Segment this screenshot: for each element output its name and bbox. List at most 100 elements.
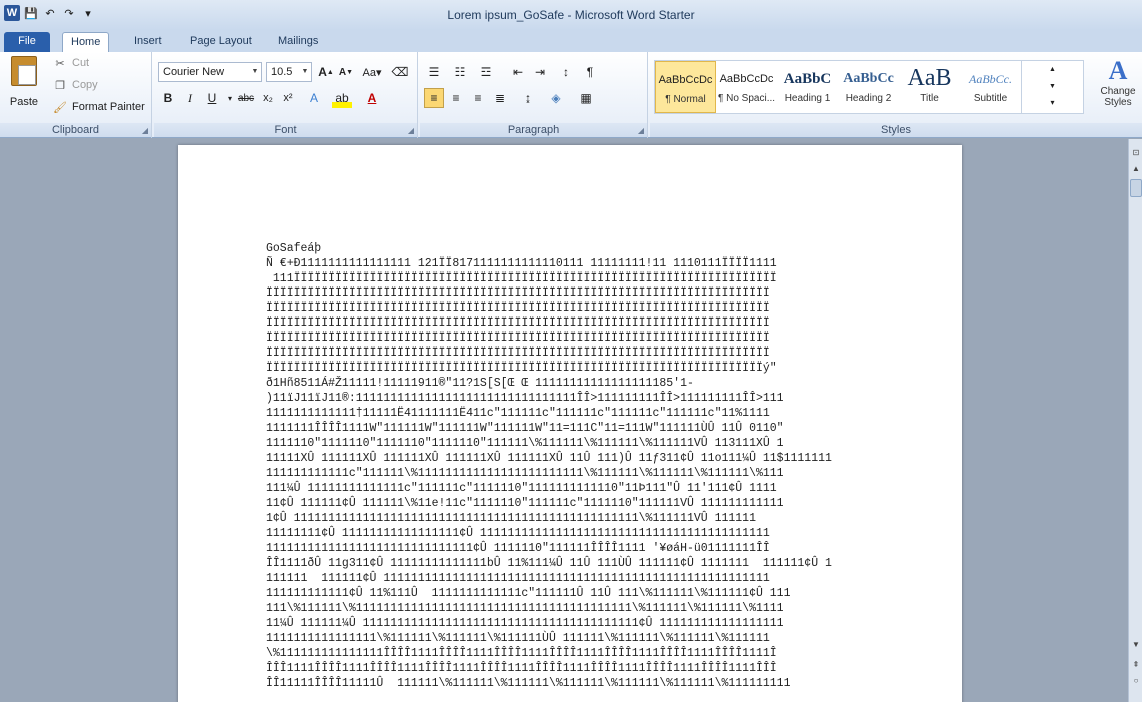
copy-label: Copy xyxy=(72,79,98,91)
style-heading-2[interactable]: AaBbCc Heading 2 xyxy=(838,61,899,113)
document-line: 111111111111¢Û 11%111Û 1111111111111c"11… xyxy=(266,587,791,600)
pilcrow-icon[interactable]: ¶ xyxy=(580,62,600,82)
strikethrough-button[interactable]: abc xyxy=(236,88,256,108)
gallery-more-icon[interactable]: ▾ xyxy=(1022,95,1083,111)
style-no-spacing[interactable]: AaBbCcDc ¶ No Spaci... xyxy=(716,61,777,113)
tab-page-layout[interactable]: Page Layout xyxy=(182,32,260,52)
paste-button[interactable]: Paste xyxy=(4,56,44,118)
font-size-combo[interactable]: 10.5 ▼ xyxy=(266,62,312,82)
styles-group: AaBbCcDc ¶ Normal AaBbCcDc ¶ No Spaci...… xyxy=(650,52,1142,138)
scrollbar-thumb[interactable] xyxy=(1130,179,1142,197)
style-subtitle[interactable]: AaBbCc. Subtitle xyxy=(960,61,1021,113)
multilevel-list-icon[interactable]: ☲ xyxy=(476,62,496,82)
font-color-icon[interactable]: A xyxy=(362,88,382,108)
vertical-scrollbar[interactable]: ⊡ ▲ ▼ ⇞ ○ xyxy=(1128,139,1142,702)
chevron-down-icon: ▼ xyxy=(301,68,309,75)
document-line: ÏÏÏÏÏÏÏÏÏÏÏÏÏÏÏÏÏÏÏÏÏÏÏÏÏÏÏÏÏÏÏÏÏÏÏÏÏÏÏÏ… xyxy=(266,317,770,330)
style-preview: AaBbCc xyxy=(843,71,894,86)
change-case-button[interactable]: Aa▾ xyxy=(362,62,382,82)
paragraph-launcher-icon[interactable]: ◢ xyxy=(638,126,644,135)
ruler-toggle-icon[interactable]: ⊡ xyxy=(1130,147,1142,159)
document-line: 111111 111111¢Û 111111111111111111111111… xyxy=(266,572,770,585)
style-name: ¶ Normal xyxy=(665,94,706,105)
gallery-down-icon[interactable]: ▼ xyxy=(1022,78,1083,95)
underline-button[interactable]: U xyxy=(202,88,222,108)
clear-formatting-icon[interactable]: ⌫ xyxy=(390,62,410,82)
cut-label: Cut xyxy=(72,57,90,69)
decrease-indent-icon[interactable]: ⇤ xyxy=(508,62,528,82)
font-size-value: 10.5 xyxy=(271,66,293,78)
text-effects-icon[interactable]: A xyxy=(304,88,324,108)
scroll-up-icon[interactable]: ▲ xyxy=(1130,163,1142,175)
document-line: ÎÎÎ1111ÎÎÎÎ1111ÎÎÎÎ1111ÎÎÎÎ1111ÎÎÎÎ1111Î… xyxy=(266,662,777,675)
bold-button[interactable]: B xyxy=(158,88,178,108)
align-right-icon[interactable]: ≡ xyxy=(468,88,488,108)
font-family-combo[interactable]: Courier New ▼ xyxy=(158,62,262,82)
align-center-icon[interactable]: ≡ xyxy=(446,88,466,108)
document-line: ÏÏÏÏÏÏÏÏÏÏÏÏÏÏÏÏÏÏÏÏÏÏÏÏÏÏÏÏÏÏÏÏÏÏÏÏÏÏÏÏ… xyxy=(266,302,770,315)
tab-mailings[interactable]: Mailings xyxy=(270,32,326,52)
window-title: Lorem ipsum_GoSafe - Microsoft Word Star… xyxy=(447,8,695,22)
font-launcher-icon[interactable]: ◢ xyxy=(408,126,414,135)
style-normal[interactable]: AaBbCcDc ¶ Normal xyxy=(655,61,716,113)
shrink-font-button[interactable]: A ▼ xyxy=(336,62,356,82)
document-line: 111111111111111111111111111111¢Û 1111110… xyxy=(266,542,770,555)
document-line: GoSafeáþ xyxy=(266,242,322,255)
grow-font-button[interactable]: A ▲ xyxy=(316,62,336,82)
document-line: 111\%111111\%111111111111111111111111111… xyxy=(266,602,784,615)
clipboard-group: Paste ✂ Cut ❐ Copy 🖌 Format Painter Clip… xyxy=(0,52,152,138)
styles-group-label: Styles xyxy=(650,123,1142,137)
bullets-icon[interactable]: ☰ xyxy=(424,62,444,82)
line-spacing-icon[interactable]: ↨ xyxy=(518,88,538,108)
numbering-icon[interactable]: ☷ xyxy=(450,62,470,82)
document-line: 111ÏÏÏÏÏÏÏÏÏÏÏÏÏÏÏÏÏÏÏÏÏÏÏÏÏÏÏÏÏÏÏÏÏÏÏÏÏ… xyxy=(266,272,777,285)
shading-icon[interactable]: ◈ xyxy=(546,88,566,108)
clipboard-launcher-icon[interactable]: ◢ xyxy=(142,126,148,135)
ribbon-tabs: File Home Insert Page Layout Mailings xyxy=(0,30,1142,52)
document-line: 1111110"1111110"1111110"1111110"111111\%… xyxy=(266,437,784,450)
document-area: GoSafeáþ Ñ €+Ð1111111111111111 121ÏÏ81711… xyxy=(0,139,1128,702)
increase-indent-icon[interactable]: ⇥ xyxy=(530,62,550,82)
tab-home[interactable]: Home xyxy=(62,32,110,52)
subscript-button[interactable]: x₂ xyxy=(258,88,278,108)
cut-button[interactable]: ✂ Cut xyxy=(52,54,89,72)
previous-page-icon[interactable]: ⇞ xyxy=(1130,659,1142,671)
scissors-icon: ✂ xyxy=(55,57,65,70)
superscript-button[interactable]: x² xyxy=(278,88,298,108)
tab-file[interactable]: File xyxy=(4,32,50,52)
chevron-down-icon: ▼ xyxy=(251,68,259,75)
borders-icon[interactable]: ▦ xyxy=(576,88,596,108)
document-line: Ñ €+Ð1111111111111111 121ÏÏ8171111111111… xyxy=(266,257,777,270)
font-group-label: Font xyxy=(154,123,417,137)
style-name: Heading 1 xyxy=(784,93,831,104)
justify-icon[interactable]: ≣ xyxy=(490,88,510,108)
document-line: ÏÏÏÏÏÏÏÏÏÏÏÏÏÏÏÏÏÏÏÏÏÏÏÏÏÏÏÏÏÏÏÏÏÏÏÏÏÏÏÏ… xyxy=(266,362,777,375)
paintbrush-icon: 🖌 xyxy=(53,101,67,114)
document-page[interactable]: GoSafeáþ Ñ €+Ð1111111111111111 121ÏÏ81711… xyxy=(178,145,962,702)
select-browse-object-icon[interactable]: ○ xyxy=(1130,675,1142,687)
document-line: ÏÏÏÏÏÏÏÏÏÏÏÏÏÏÏÏÏÏÏÏÏÏÏÏÏÏÏÏÏÏÏÏÏÏÏÏÏÏÏÏ… xyxy=(266,347,770,360)
style-title[interactable]: AaB Title xyxy=(899,61,960,113)
scroll-down-icon[interactable]: ▼ xyxy=(1130,639,1142,651)
format-painter-button[interactable]: 🖌 Format Painter xyxy=(52,98,145,116)
tab-insert[interactable]: Insert xyxy=(126,32,170,52)
document-line: ÏÏÏÏÏÏÏÏÏÏÏÏÏÏÏÏÏÏÏÏÏÏÏÏÏÏÏÏÏÏÏÏÏÏÏÏÏÏÏÏ… xyxy=(266,332,770,345)
gallery-up-icon[interactable]: ▲ xyxy=(1022,61,1083,78)
paste-icon xyxy=(11,56,37,86)
document-line: 11¼Û 111111¼Û 11111111111111111111111111… xyxy=(266,617,784,630)
paste-label: Paste xyxy=(9,96,39,108)
document-body[interactable]: GoSafeáþ Ñ €+Ð1111111111111111 121ÏÏ81711… xyxy=(266,241,832,691)
highlight-icon[interactable]: ab xyxy=(332,88,352,108)
title-bar: W 💾 ↶ ↷ ▾ Lorem ipsum_GoSafe - Microsoft… xyxy=(0,0,1142,30)
italic-button[interactable]: I xyxy=(180,88,200,108)
align-left-icon[interactable]: ≡ xyxy=(424,88,444,108)
document-line: \%111111111111111ÎÎÎÎ1111ÎÎÎÎ1111ÎÎÎÎ111… xyxy=(266,647,777,660)
style-name: Subtitle xyxy=(973,93,1008,104)
document-line: 111111111111c"111111\%111111111111111111… xyxy=(266,467,784,480)
style-heading-1[interactable]: AaBbC Heading 1 xyxy=(777,61,838,113)
document-line: 11¢Û 111111¢Û 111111\%11e!11c"1111110"11… xyxy=(266,497,784,510)
copy-button[interactable]: ❐ Copy xyxy=(52,76,98,94)
sort-icon[interactable]: ↕ xyxy=(556,62,576,82)
document-line: ÎÎ1111ðÛ 11g311¢Û 11111111111111bÛ 11%11… xyxy=(266,557,832,570)
change-styles-button[interactable]: A Change Styles xyxy=(1098,56,1138,108)
